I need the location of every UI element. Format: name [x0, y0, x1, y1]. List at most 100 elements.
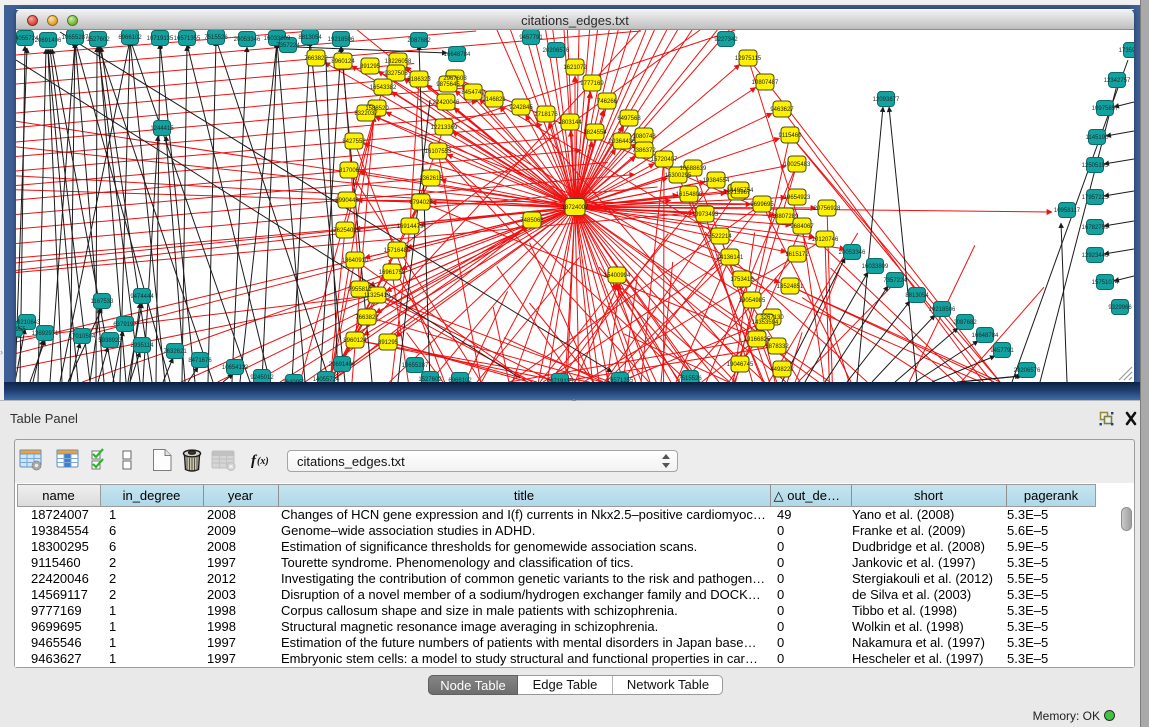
svg-text:746266: 746266 [597, 99, 618, 105]
svg-text:17957225: 17957225 [1082, 195, 1109, 201]
svg-text:10655287: 10655287 [62, 35, 89, 41]
svg-text:19054985: 19054985 [739, 298, 766, 304]
svg-text:1145190: 1145190 [1086, 135, 1110, 141]
svg-text:22420046: 22420046 [433, 100, 460, 106]
svg-text:9777169: 9777169 [580, 81, 604, 87]
svg-text:16107553: 16107553 [425, 149, 452, 155]
svg-text:8427552: 8427552 [342, 139, 366, 145]
svg-text:20206576: 20206576 [543, 48, 570, 54]
svg-text:8813054: 8813054 [905, 293, 929, 299]
svg-text:7663822: 7663822 [355, 315, 379, 321]
svg-text:14495754: 14495754 [727, 188, 754, 194]
svg-text:6794028: 6794028 [409, 200, 433, 206]
svg-text:1615172: 1615172 [785, 252, 809, 258]
svg-text:7632621: 7632621 [163, 349, 187, 355]
svg-text:2718176: 2718176 [534, 112, 558, 118]
svg-text:2803144: 2803144 [558, 120, 582, 126]
svg-text:16033809: 16033809 [264, 36, 291, 42]
svg-text:6966102: 6966102 [448, 378, 472, 382]
svg-text:15400994: 15400994 [604, 273, 631, 279]
svg-text:7357224: 7357224 [276, 43, 300, 49]
svg-text:1527602: 1527602 [418, 377, 442, 382]
svg-text:1362615: 1362615 [419, 176, 443, 182]
svg-text:15300295: 15300295 [665, 173, 692, 179]
svg-text:17010504: 17010504 [69, 334, 96, 340]
svg-text:9457791: 9457791 [990, 348, 1014, 354]
svg-text:2522214: 2522214 [708, 234, 732, 240]
svg-text:817006: 817006 [339, 168, 360, 174]
svg-text:10807487: 10807487 [752, 80, 779, 86]
svg-text:10719135: 10719135 [147, 36, 174, 42]
svg-text:19654923: 19654923 [784, 195, 811, 201]
svg-text:14055724: 14055724 [313, 377, 340, 382]
svg-text:8813054: 8813054 [298, 35, 322, 41]
svg-text:7386372: 7386372 [632, 148, 656, 154]
svg-text:1527602: 1527602 [86, 37, 110, 43]
svg-text:1080748: 1080748 [632, 134, 656, 140]
svg-text:10655287: 10655287 [402, 363, 429, 369]
svg-text:10958117: 10958117 [1054, 208, 1081, 214]
svg-text:9245012: 9245012 [250, 375, 274, 381]
svg-text:12342757: 12342757 [1104, 78, 1131, 84]
svg-text:9329966: 9329966 [1108, 305, 1132, 311]
svg-text:10025483: 10025483 [784, 162, 811, 168]
svg-text:7663822: 7663822 [304, 56, 328, 62]
svg-text:7625402: 7625402 [333, 228, 357, 234]
svg-text:9699695: 9699695 [750, 202, 774, 208]
svg-text:16782759: 16782759 [1082, 225, 1109, 231]
svg-text:1621072: 1621072 [563, 65, 587, 71]
svg-text:12213369: 12213369 [431, 125, 458, 131]
svg-text:16648784: 16648784 [972, 333, 999, 339]
svg-text:9227342: 9227342 [714, 37, 738, 43]
svg-text:(x): (x) [257, 456, 269, 467]
svg-text:9115460: 9115460 [779, 133, 803, 139]
svg-text:19218506: 19218506 [929, 307, 956, 313]
svg-text:10210643: 10210643 [16, 320, 41, 326]
svg-text:10973493: 10973493 [692, 212, 719, 218]
svg-text:19218506: 19218506 [328, 37, 355, 43]
svg-text:9242845: 9242845 [509, 105, 533, 111]
svg-text:18640910: 18640910 [342, 258, 369, 264]
svg-text:8322037: 8322037 [354, 111, 378, 117]
svg-text:16543382: 16543382 [370, 85, 397, 91]
svg-text:9463627: 9463627 [770, 107, 794, 113]
svg-text:19166825: 19166825 [744, 337, 771, 343]
svg-text:20691406: 20691406 [35, 38, 62, 44]
svg-text:20206576: 20206576 [1014, 368, 1041, 374]
svg-text:20756928: 20756928 [814, 206, 841, 212]
svg-text:13692971: 13692971 [32, 331, 59, 337]
svg-text:6497568: 6497568 [617, 116, 641, 122]
svg-text:15716485: 15716485 [384, 248, 411, 254]
svg-text:20053346: 20053346 [234, 37, 261, 43]
svg-text:16571355: 16571355 [174, 36, 201, 42]
svg-text:8454749: 8454749 [461, 90, 485, 96]
svg-text:3824554: 3824554 [583, 130, 607, 136]
svg-text:1167533: 1167533 [91, 299, 115, 305]
svg-text:16033809: 16033809 [862, 264, 889, 270]
svg-text:9684067: 9684067 [790, 224, 814, 230]
svg-text:10688639: 10688639 [680, 166, 707, 172]
svg-text:6966102: 6966102 [118, 35, 142, 41]
svg-text:15751074: 15751074 [1092, 280, 1119, 286]
svg-text:7357224: 7357224 [883, 278, 907, 284]
svg-text:11325419: 11325419 [364, 293, 391, 299]
svg-text:9474444: 9474444 [130, 294, 154, 300]
svg-text:19046745: 19046745 [727, 362, 754, 368]
svg-text:8471676: 8471676 [188, 358, 212, 364]
svg-text:8186323: 8186323 [407, 77, 431, 83]
svg-text:12975115: 12975115 [735, 56, 762, 62]
svg-text:7515526: 7515526 [204, 35, 228, 41]
svg-text:12923446: 12923446 [1082, 253, 1109, 259]
svg-text:891295: 891295 [378, 340, 399, 346]
svg-text:7515526: 7515526 [678, 376, 702, 382]
svg-text:4498222: 4498222 [770, 367, 794, 373]
svg-text:18807289: 18807289 [772, 214, 799, 220]
svg-text:5878332: 5878332 [765, 344, 789, 350]
svg-text:12093877: 12093877 [873, 97, 900, 103]
svg-text:16961758: 16961758 [379, 270, 406, 276]
svg-text:10719135: 10719135 [547, 379, 574, 382]
svg-text:891295: 891295 [360, 64, 381, 70]
svg-text:13226058: 13226058 [385, 59, 412, 65]
svg-text:2935114: 2935114 [131, 343, 155, 349]
svg-text:17359924: 17359924 [1119, 48, 1134, 54]
